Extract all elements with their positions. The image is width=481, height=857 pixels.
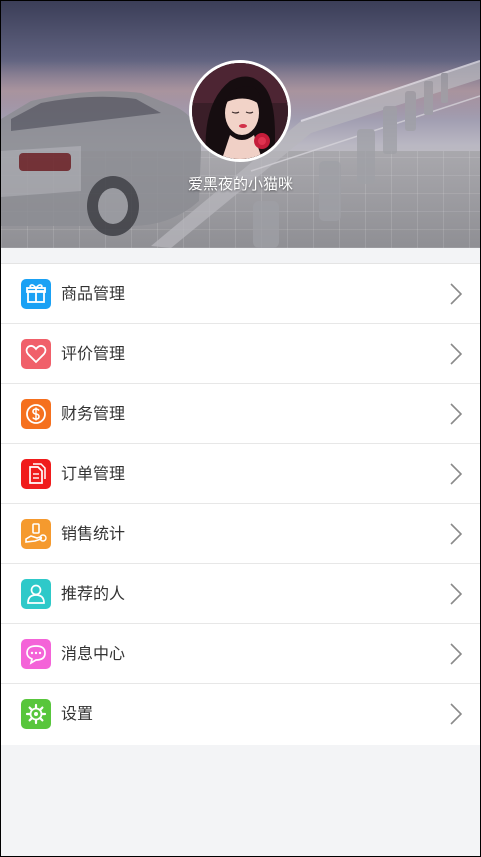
menu-item-referred-people[interactable]: 推荐的人: [1, 564, 480, 624]
chat-bubble-icon: [21, 639, 51, 669]
menu-item-label: 订单管理: [61, 464, 126, 483]
username: 爱黑夜的小猫咪: [187, 175, 293, 193]
profile-header: 爱黑夜的小猫咪: [1, 1, 480, 248]
chevron-right-icon: [450, 283, 462, 305]
gift-icon: [21, 279, 51, 309]
menu-item-label: 消息中心: [61, 644, 126, 663]
menu-item-review-management[interactable]: 评价管理: [1, 324, 480, 384]
menu-item-label: 推荐的人: [61, 584, 126, 603]
menu-item-label: 商品管理: [61, 284, 126, 303]
sales-hand-icon: [21, 519, 51, 549]
menu-item-sales-statistics[interactable]: 销售统计: [1, 504, 480, 564]
person-icon: [21, 579, 51, 609]
chevron-right-icon: [450, 523, 462, 545]
chevron-right-icon: [450, 463, 462, 485]
chevron-right-icon: [450, 343, 462, 365]
menu-item-finance-management[interactable]: 财务管理: [1, 384, 480, 444]
menu-item-product-management[interactable]: 商品管理: [1, 264, 480, 324]
menu-item-message-center[interactable]: 消息中心: [1, 624, 480, 684]
menu-list: 商品管理 评价管理 财务管理 订单管理 销售统计 推荐的人 消息中心 设置: [1, 263, 480, 745]
gear-icon: [21, 699, 51, 729]
chevron-right-icon: [450, 583, 462, 605]
profile-screen: 爱黑夜的小猫咪 商品管理 评价管理 财务管理 订单管理 销售统计 推荐的人 消息…: [1, 1, 480, 856]
avatar-image: [192, 63, 288, 159]
menu-item-label: 销售统计: [61, 524, 126, 543]
heart-icon: [21, 339, 51, 369]
chevron-right-icon: [450, 643, 462, 665]
chevron-right-icon: [450, 403, 462, 425]
menu-item-label: 财务管理: [61, 404, 126, 423]
menu-item-label: 设置: [61, 704, 94, 723]
avatar[interactable]: [189, 60, 291, 162]
chevron-right-icon: [450, 703, 462, 725]
menu-item-settings[interactable]: 设置: [1, 684, 480, 745]
menu-item-order-management[interactable]: 订单管理: [1, 444, 480, 504]
dollar-coin-icon: [21, 399, 51, 429]
menu-item-label: 评价管理: [61, 344, 126, 363]
documents-icon: [21, 459, 51, 489]
